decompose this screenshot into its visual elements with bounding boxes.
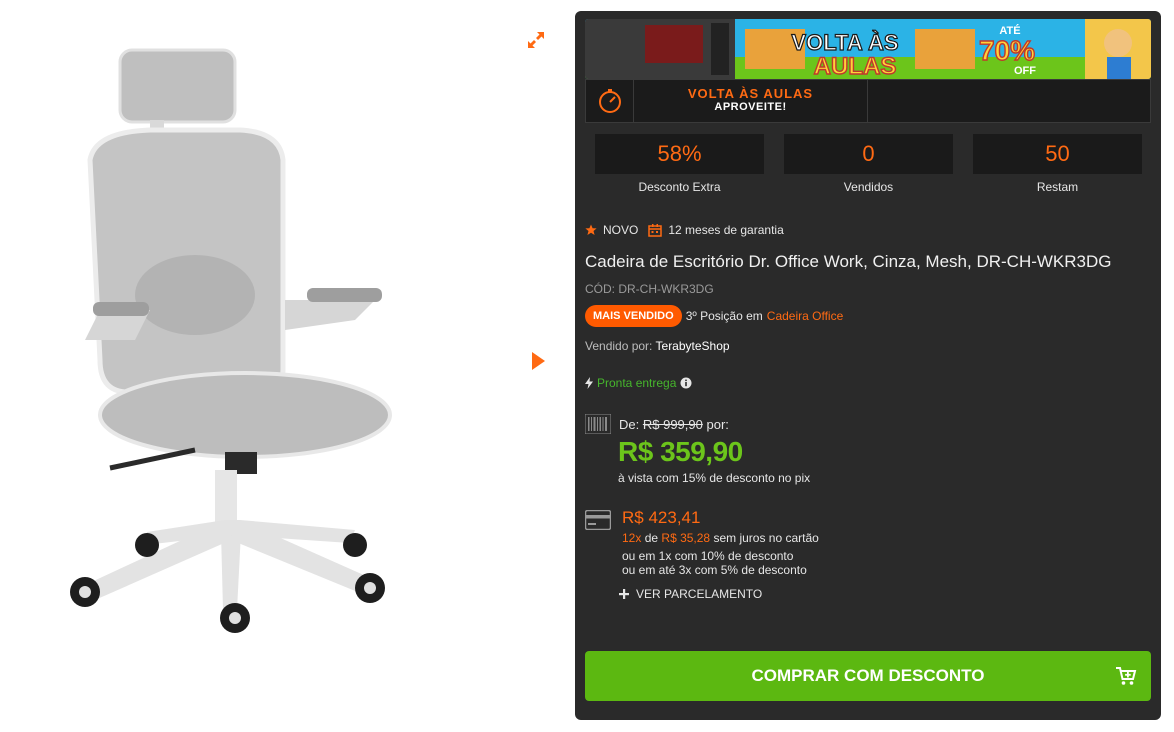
old-price-suffix: por: [706,416,729,432]
product-gallery [0,0,560,732]
payment-option-3x: ou em até 3x com 5% de desconto [622,563,807,577]
calendar-icon [648,223,663,237]
star-icon [585,224,597,235]
info-icon[interactable] [680,377,692,389]
stat-value: 0 [784,134,953,174]
stopwatch-icon [598,89,621,113]
add-to-cart-icon [1116,667,1137,685]
product-panel: VOLTA ÀS AULAS ATÉ 70% OFF VOLTA ÀS AULA… [575,11,1161,720]
stat-label: Restam [1036,180,1079,194]
view-installments-label: VER PARCELAMENTO [636,587,763,601]
old-price: R$ 999,90 [642,416,703,432]
banner-discount-value: 70% [979,35,1035,66]
credit-card-icon [585,510,611,530]
expand-icon[interactable] [526,30,546,50]
installment-connector: de [644,531,659,545]
promo-banner[interactable]: VOLTA ÀS AULAS ATÉ 70% OFF [585,19,1151,79]
old-price-label: De: [619,416,640,432]
stat-value: 50 [973,134,1142,174]
pix-price-note: à vista com 15% de desconto no pix [618,471,811,485]
promo-text: VOLTA ÀS AULAS APROVEITE! [634,80,868,122]
stat-sold: 0 Vendidos [784,134,953,194]
plus-icon [619,589,629,599]
view-installments-link[interactable]: VER PARCELAMENTO [619,587,762,601]
stock-text: Pronta entrega [597,376,677,390]
product-code: CÓD: DR-CH-WKR3DG [585,282,714,296]
installment-count: 12x [622,531,642,545]
seller-label: Vendido por: [585,339,653,353]
installment-value: R$ 35,28 [661,531,711,545]
buy-button[interactable]: COMPRAR COM DESCONTO [585,651,1151,701]
stat-label: Desconto Extra [638,180,721,194]
promo-title: VOLTA ÀS AULAS [687,86,814,101]
ranking-row: MAIS VENDIDO 3º Posição em Cadeira Offic… [585,305,843,327]
installment-suffix: sem juros no cartão [713,531,819,545]
product-page: VOLTA ÀS AULAS ATÉ 70% OFF VOLTA ÀS AULA… [0,0,1174,732]
stat-extra-discount: 58% Desconto Extra [595,134,764,194]
seller-row: Vendido por: TerabyteShop [585,339,730,353]
stock-status: Pronta entrega [585,376,692,390]
card-price: R$ 423,41 [622,508,701,527]
installment-text: 12x de R$ 35,28 sem juros no cartão [622,531,819,545]
product-title: Cadeira de Escritório Dr. Office Work, C… [585,252,1112,271]
stat-label: Vendidos [843,180,894,194]
banner-discount-suffix: OFF [1014,65,1036,77]
warranty-text: 12 meses de garantia [668,223,784,237]
promo-clock [586,80,634,122]
pix-price: R$ 359,90 [618,436,743,467]
next-image-arrow-icon[interactable] [528,350,548,372]
promo-subtitle: APROVEITE! [714,101,787,113]
barcode-icon [585,414,611,434]
lightning-icon [585,377,593,389]
condition-badge: NOVO [603,223,639,237]
product-image[interactable] [55,40,405,640]
promo-countdown-bar: VOLTA ÀS AULAS APROVEITE! [585,79,1151,123]
stat-value: 58% [595,134,764,174]
payment-option-1x: ou em 1x com 10% de desconto [622,549,794,563]
buy-button-label: COMPRAR COM DESCONTO [751,666,985,685]
category-link[interactable]: Cadeira Office [767,309,843,323]
rank-text: 3º Posição em [685,309,763,323]
banner-headline-1: VOLTA ÀS [791,30,898,55]
stats-row: 58% Desconto Extra 0 Vendidos 50 Restam [595,134,1142,194]
old-price-row: De: R$ 999,90 por: [585,414,729,434]
banner-headline-2: AULAS [814,53,897,79]
seller-name[interactable]: TerabyteShop [656,339,730,353]
product-badges: NOVO 12 meses de garantia [585,223,784,237]
best-seller-badge: MAIS VENDIDO [585,305,682,327]
stat-remaining: 50 Restam [973,134,1142,194]
